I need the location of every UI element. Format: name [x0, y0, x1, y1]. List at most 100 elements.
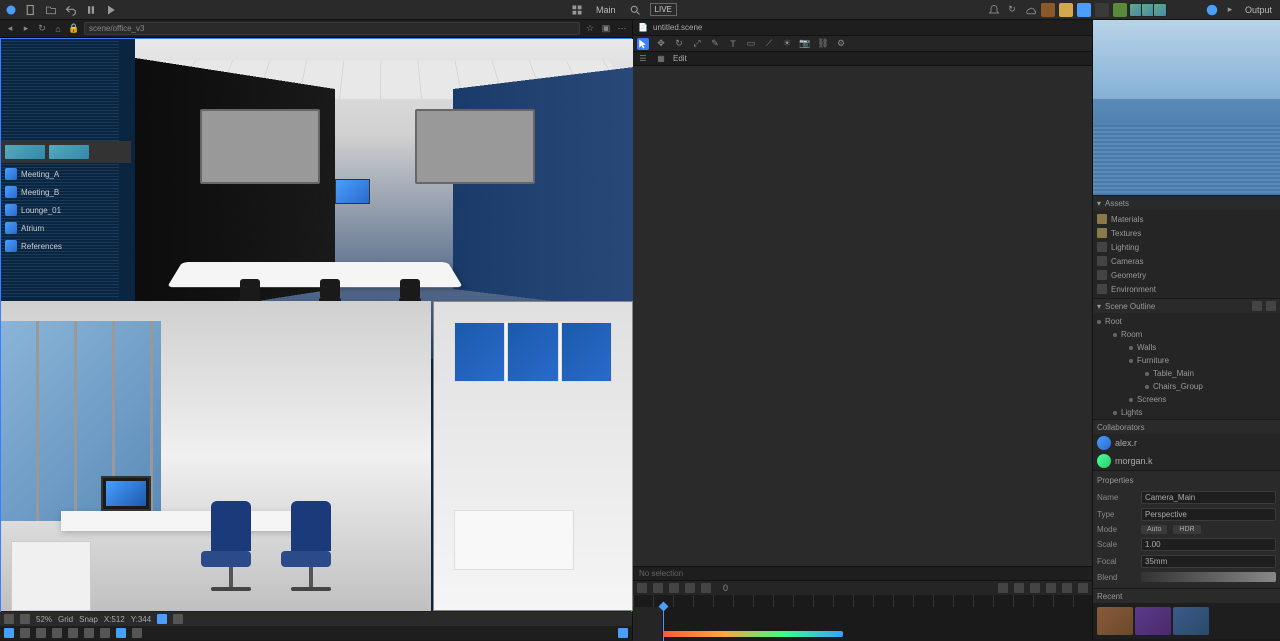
scene-item[interactable]: Lounge_01: [1, 201, 131, 219]
tl-loop-icon[interactable]: [1014, 583, 1024, 593]
split-view-icon[interactable]: ▣: [600, 23, 612, 35]
visibility-dot-icon[interactable]: [1113, 411, 1117, 415]
tl-back-icon[interactable]: [653, 583, 663, 593]
avatar-tray[interactable]: [1131, 3, 1167, 17]
render-toggle[interactable]: [173, 614, 183, 624]
search-icon[interactable]: [628, 3, 642, 17]
tab-active[interactable]: Edit: [673, 54, 687, 63]
visibility-dot-icon[interactable]: [1145, 385, 1149, 389]
visibility-dot-icon[interactable]: [1129, 398, 1133, 402]
forward-icon[interactable]: ▸: [20, 23, 32, 35]
tray-app-2-icon[interactable]: [1059, 3, 1073, 17]
layer-row[interactable]: Furniture: [1093, 354, 1280, 367]
layer-row[interactable]: Screens: [1093, 393, 1280, 406]
asset-item[interactable]: Cameras: [1093, 254, 1280, 268]
home-icon[interactable]: ⌂: [52, 23, 64, 35]
tl-forward-icon[interactable]: [685, 583, 695, 593]
select-tool-icon[interactable]: [637, 38, 649, 50]
task-active[interactable]: [618, 628, 628, 638]
outline-header[interactable]: ▾ Scene Outline: [1093, 299, 1280, 313]
tab-list-icon[interactable]: ☰: [637, 53, 649, 65]
options-icon[interactable]: ⋯: [616, 23, 628, 35]
app-logo-icon[interactable]: [4, 3, 18, 17]
tray-app-1-icon[interactable]: [1041, 3, 1055, 17]
thumbnail-preview[interactable]: [5, 145, 45, 159]
settings-tool-icon[interactable]: ⚙: [835, 38, 847, 50]
task-icon[interactable]: [116, 628, 126, 638]
viewport-canvas[interactable]: Meeting_A Meeting_B Lounge_01 Atrium Ref…: [0, 38, 632, 640]
prop-value[interactable]: Perspective: [1141, 508, 1276, 521]
asset-item[interactable]: Geometry: [1093, 268, 1280, 282]
undo-icon[interactable]: [64, 3, 78, 17]
light-tool-icon[interactable]: ☀: [781, 38, 793, 50]
layer-row[interactable]: Room: [1093, 328, 1280, 341]
new-icon[interactable]: [24, 3, 38, 17]
scene-item[interactable]: Meeting_B: [1, 183, 131, 201]
tray-app-4-icon[interactable]: [1095, 3, 1109, 17]
prop-value[interactable]: 1.00: [1141, 538, 1276, 551]
layers-toggle[interactable]: [4, 614, 14, 624]
tl-zoom-icon[interactable]: [1062, 583, 1072, 593]
scale-tool-icon[interactable]: ⤢: [691, 38, 703, 50]
tray-app-3-icon[interactable]: [1077, 3, 1091, 17]
workspace-label[interactable]: Main: [592, 5, 620, 15]
visibility-dot-icon[interactable]: [1113, 333, 1117, 337]
color-ramp[interactable]: [663, 631, 843, 637]
scene-item[interactable]: Meeting_A: [1, 165, 131, 183]
shape-tool-icon[interactable]: ▭: [745, 38, 757, 50]
task-icon[interactable]: [36, 628, 46, 638]
start-button[interactable]: [4, 628, 14, 638]
preview-thumbnail[interactable]: [1093, 20, 1280, 195]
mode-toggle[interactable]: [157, 614, 167, 624]
move-tool-icon[interactable]: ✥: [655, 38, 667, 50]
sync-icon[interactable]: ↻: [1005, 3, 1019, 17]
tl-marker-icon[interactable]: [1046, 583, 1056, 593]
zoom-level[interactable]: 52%: [36, 615, 52, 624]
task-icon[interactable]: [84, 628, 94, 638]
users-header[interactable]: Collaborators: [1093, 420, 1280, 434]
layer-row[interactable]: Chairs_Group: [1093, 380, 1280, 393]
text-tool-icon[interactable]: T: [727, 38, 739, 50]
task-icon[interactable]: [100, 628, 110, 638]
visibility-dot-icon[interactable]: [1129, 359, 1133, 363]
notifications-icon[interactable]: [987, 3, 1001, 17]
layer-row[interactable]: Root: [1093, 315, 1280, 328]
mode-chip[interactable]: HDR: [1173, 525, 1200, 534]
blend-slider[interactable]: [1141, 572, 1276, 582]
tl-options-icon[interactable]: [1078, 583, 1088, 593]
filter-icon[interactable]: [1266, 301, 1276, 311]
asset-item[interactable]: Textures: [1093, 226, 1280, 240]
thumbnail-preview[interactable]: [49, 145, 89, 159]
bookmark-icon[interactable]: ☆: [584, 23, 596, 35]
scene-item[interactable]: References: [1, 237, 131, 255]
add-layer-icon[interactable]: [1252, 301, 1262, 311]
open-icon[interactable]: [44, 3, 58, 17]
camera-tool-icon[interactable]: 📷: [799, 38, 811, 50]
refresh-icon[interactable]: ↻: [36, 23, 48, 35]
prop-value[interactable]: Camera_Main: [1141, 491, 1276, 504]
asset-item[interactable]: Lighting: [1093, 240, 1280, 254]
timeline-ruler[interactable]: [633, 595, 1092, 607]
timeline-track[interactable]: [663, 607, 1092, 641]
recent-thumb[interactable]: [1173, 607, 1209, 635]
tl-record-icon[interactable]: [1030, 583, 1040, 593]
pen-tool-icon[interactable]: ✎: [709, 38, 721, 50]
tl-key-icon[interactable]: [998, 583, 1008, 593]
tl-rewind-icon[interactable]: [637, 583, 647, 593]
tl-play-icon[interactable]: [669, 583, 679, 593]
task-icon[interactable]: [132, 628, 142, 638]
tab-grid-icon[interactable]: ▦: [655, 53, 667, 65]
user-row[interactable]: alex.r: [1093, 434, 1280, 452]
wireframe-toggle[interactable]: [20, 614, 30, 624]
output-label[interactable]: Output: [1241, 5, 1276, 15]
tl-end-icon[interactable]: [701, 583, 711, 593]
editor-canvas[interactable]: [633, 66, 1092, 566]
scene-item[interactable]: Atrium: [1, 219, 131, 237]
visibility-dot-icon[interactable]: [1145, 372, 1149, 376]
pause-icon[interactable]: [84, 3, 98, 17]
asset-item[interactable]: Materials: [1093, 212, 1280, 226]
cloud-icon[interactable]: [1023, 3, 1037, 17]
link-tool-icon[interactable]: ⛓: [817, 38, 829, 50]
tray-app-5-icon[interactable]: [1113, 3, 1127, 17]
visibility-dot-icon[interactable]: [1129, 346, 1133, 350]
